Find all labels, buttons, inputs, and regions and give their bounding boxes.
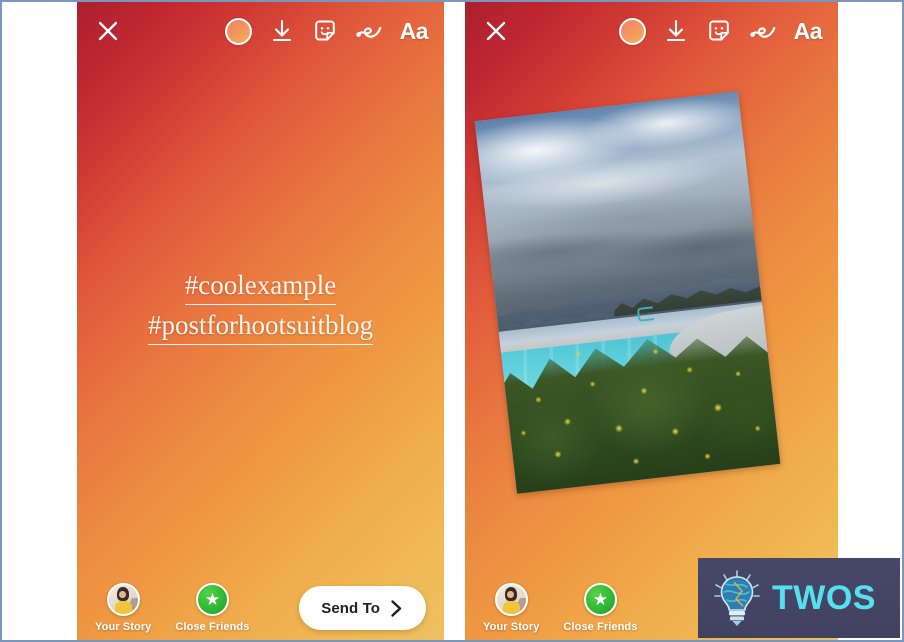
story-toolbar-left: Aa [77,2,444,60]
close-x-icon[interactable] [481,16,511,46]
twos-watermark: TWOS [698,558,900,638]
avatar [494,583,528,616]
story-toolbar-right: Aa [465,2,838,60]
hashtag-line-2: #postforhootsuitblog [147,307,373,345]
green-star-badge-icon: ★ [195,583,229,616]
chevron-right-icon [389,599,404,618]
your-story-label: Your Story [95,621,152,633]
story-bottom-bar-left: Your Story ★ Close Friends Send To [77,572,444,640]
green-star-badge-icon: ★ [583,583,617,616]
text-aa-icon[interactable]: Aa [794,19,823,43]
story-hashtag-text-left[interactable]: #coolexample #postforhootsuitblog [77,267,444,345]
lightbulb-icon [712,568,762,628]
close-friends-label: Close Friends [175,621,250,633]
close-friends-label: Close Friends [563,621,638,633]
toolbar-tools-left: Aa [224,17,429,45]
hashtag-line-1: #coolexample [184,267,337,305]
color-circle-icon[interactable] [618,17,646,45]
close-x-icon[interactable] [93,16,123,46]
draw-squiggle-icon[interactable] [749,18,777,44]
photo-sticker[interactable] [474,91,781,494]
your-story-button-right[interactable]: Your Story [483,583,539,633]
toolbar-tools-right: Aa [618,17,823,45]
sticker-smiley-icon[interactable] [706,18,732,44]
color-circle-icon[interactable] [224,17,252,45]
close-friends-button-right[interactable]: ★ Close Friends [563,583,637,633]
story-panel-right: Aa #coolexample #postforhootsuitblog [465,2,838,640]
text-aa-icon[interactable]: Aa [400,19,429,43]
send-to-button[interactable]: Send To [299,586,426,630]
screenshot-root: Aa #coolexample #postforhootsuitblog You… [0,0,904,642]
your-story-label: Your Story [483,621,540,633]
your-story-button-left[interactable]: Your Story [95,583,151,633]
avatar [106,583,140,616]
sticker-smiley-icon[interactable] [312,18,338,44]
close-friends-button-left[interactable]: ★ Close Friends [175,583,249,633]
download-arrow-icon[interactable] [663,18,689,44]
photo-yellow-flowers [499,307,781,494]
send-to-label: Send To [321,599,380,617]
twos-brand-label: TWOS [772,578,876,617]
story-panel-left: Aa #coolexample #postforhootsuitblog You… [77,2,444,640]
draw-squiggle-icon[interactable] [355,18,383,44]
download-arrow-icon[interactable] [269,18,295,44]
